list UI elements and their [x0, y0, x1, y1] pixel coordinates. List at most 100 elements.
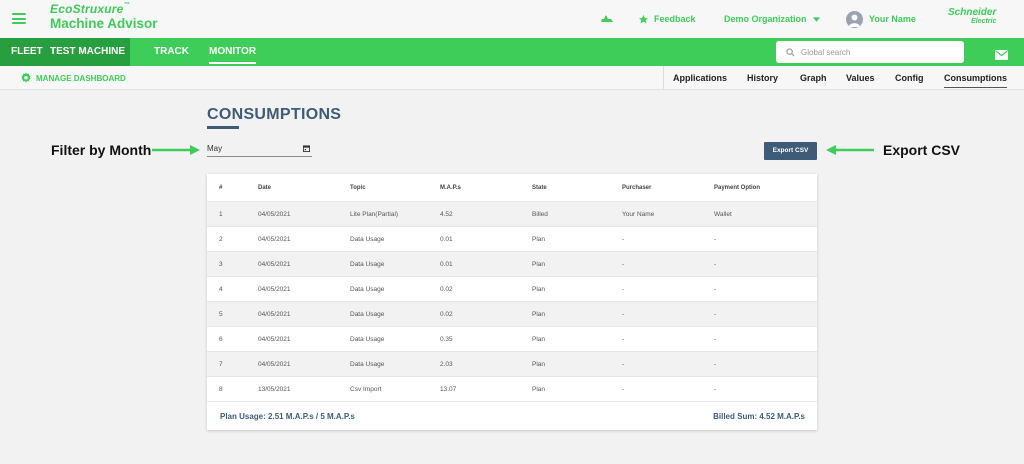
tab-config[interactable]: Config	[895, 73, 924, 83]
table-cell: Plan	[532, 361, 546, 368]
search-input[interactable]: Global search	[776, 41, 964, 63]
table-cell: 13.07	[440, 386, 457, 393]
organization-dropdown[interactable]: Demo Organization	[724, 0, 820, 38]
table-cell: -	[714, 311, 717, 318]
table-cell: 04/05/2021	[258, 211, 291, 218]
table-cell: Data Usage	[350, 311, 385, 318]
table-cell: -	[714, 236, 717, 243]
column-header[interactable]: M.A.P.s	[440, 185, 461, 191]
table-cell: Plan	[532, 236, 546, 243]
table-cell: 04/05/2021	[258, 336, 291, 343]
hamburger-menu-icon[interactable]	[12, 13, 26, 24]
table-cell: Your Name	[622, 211, 655, 218]
table-cell: -	[622, 361, 625, 368]
annotation-export-csv: Export CSV	[883, 142, 961, 158]
feedback-link[interactable]: Feedback	[638, 0, 696, 38]
table-cell: -	[622, 386, 625, 393]
tab-applications[interactable]: Applications	[673, 73, 727, 83]
column-header[interactable]: Topic	[350, 185, 366, 191]
column-header[interactable]: #	[219, 185, 222, 191]
table-cell: 13/05/2021	[258, 386, 291, 393]
organization-label: Demo Organization	[724, 14, 807, 24]
consumptions-table: # Date Topic M.A.P.s State Purchaser Pay…	[207, 174, 817, 430]
table-row: 3 04/05/2021 Data Usage 0.01 Plan - -	[207, 252, 817, 277]
table-cell: 0.02	[440, 286, 453, 293]
user-name: Your Name	[869, 14, 916, 24]
gear-icon	[21, 72, 31, 83]
star-icon	[638, 14, 649, 24]
mail-icon[interactable]	[995, 47, 1008, 65]
chevron-down-icon	[812, 16, 820, 22]
avatar	[846, 10, 863, 28]
plan-usage-summary: Plan Usage: 2.51 M.A.P.s / 5 M.A.P.s	[220, 412, 355, 421]
column-header[interactable]: Date	[258, 185, 271, 191]
column-header[interactable]: State	[532, 185, 547, 191]
table-cell: -	[714, 361, 717, 368]
table-cell: -	[622, 236, 625, 243]
table-cell: Data Usage	[350, 336, 385, 343]
table-cell: 04/05/2021	[258, 311, 291, 318]
table-cell: 5	[219, 311, 223, 318]
user-menu[interactable]: Your Name	[846, 0, 916, 38]
sub-nav: MANAGE DASHBOARD Applications History Gr…	[0, 66, 1024, 90]
table-cell: Csv Import	[350, 386, 382, 393]
top-bar: EcoStruxure™ Machine Advisor Feedback De…	[0, 0, 1024, 38]
table-cell: Plan	[532, 261, 546, 268]
app-logo[interactable]: EcoStruxure™ Machine Advisor	[50, 2, 158, 31]
divider	[663, 66, 664, 90]
table-cell: 04/05/2021	[258, 361, 291, 368]
column-header[interactable]: Purchaser	[622, 185, 651, 191]
table-cell: Plan	[532, 286, 546, 293]
table-cell: -	[622, 286, 625, 293]
page-title: CONSUMPTIONS	[207, 106, 342, 123]
month-filter-input[interactable]: May	[207, 144, 312, 157]
table-cell: -	[622, 336, 625, 343]
table-cell: Plan	[532, 386, 546, 393]
arrow-left-icon	[826, 145, 874, 155]
nav-fleet[interactable]: FLEET	[11, 38, 43, 66]
feedback-label: Feedback	[654, 14, 696, 24]
table-header: # Date Topic M.A.P.s State Purchaser Pay…	[207, 174, 817, 202]
month-value: May	[207, 144, 223, 153]
table-cell: 7	[219, 361, 223, 368]
table-cell: 4	[219, 286, 223, 293]
app-name: Machine Advisor	[50, 16, 158, 31]
table-row: 4 04/05/2021 Data Usage 0.02 Plan - -	[207, 277, 817, 302]
table-cell: Plan	[532, 311, 546, 318]
column-header[interactable]: Payment Option	[714, 185, 760, 191]
tab-values[interactable]: Values	[846, 73, 875, 83]
nav-monitor[interactable]: MONITOR	[209, 38, 257, 66]
calendar-icon[interactable]	[303, 145, 310, 152]
table-cell: 0.01	[440, 236, 453, 243]
table-cell: -	[714, 386, 717, 393]
table-cell: -	[714, 336, 717, 343]
export-csv-button[interactable]: Export CSV	[764, 142, 817, 160]
search-icon	[786, 47, 795, 56]
tab-consumptions[interactable]: Consumptions	[944, 73, 1007, 88]
table-row: 2 04/05/2021 Data Usage 0.01 Plan - -	[207, 227, 817, 252]
table-cell: 8	[219, 386, 223, 393]
manage-dashboard-button[interactable]: MANAGE DASHBOARD	[20, 66, 126, 90]
table-row: 6 04/05/2021 Data Usage 0.35 Plan - -	[207, 327, 817, 352]
title-underline	[207, 126, 239, 129]
table-row: 5 04/05/2021 Data Usage 0.02 Plan - -	[207, 302, 817, 327]
tab-history[interactable]: History	[747, 73, 778, 83]
table-cell: Data Usage	[350, 261, 385, 268]
nav-test-machine[interactable]: TEST MACHINE	[50, 38, 125, 66]
table-cell: -	[622, 261, 625, 268]
table-cell: 04/05/2021	[258, 261, 291, 268]
table-cell: 0.02	[440, 311, 453, 318]
table-cell: 0.35	[440, 336, 453, 343]
table-cell: 04/05/2021	[258, 236, 291, 243]
table-cell: Data Usage	[350, 361, 385, 368]
table-row: 7 04/05/2021 Data Usage 2.03 Plan - -	[207, 352, 817, 377]
nav-track[interactable]: TRACK	[154, 38, 189, 66]
billed-sum-summary: Billed Sum: 4.52 M.A.P.s	[713, 412, 805, 421]
tab-graph[interactable]: Graph	[800, 73, 827, 83]
boat-icon[interactable]	[600, 0, 614, 38]
search-placeholder: Global search	[801, 47, 851, 57]
schneider-electric-logo: Schneider Electric	[948, 7, 997, 26]
table-cell: -	[714, 286, 717, 293]
table-row: 1 04/05/2021 Lite Plan(Partial) 4.52 Bil…	[207, 202, 817, 227]
table-cell: 2	[219, 236, 223, 243]
